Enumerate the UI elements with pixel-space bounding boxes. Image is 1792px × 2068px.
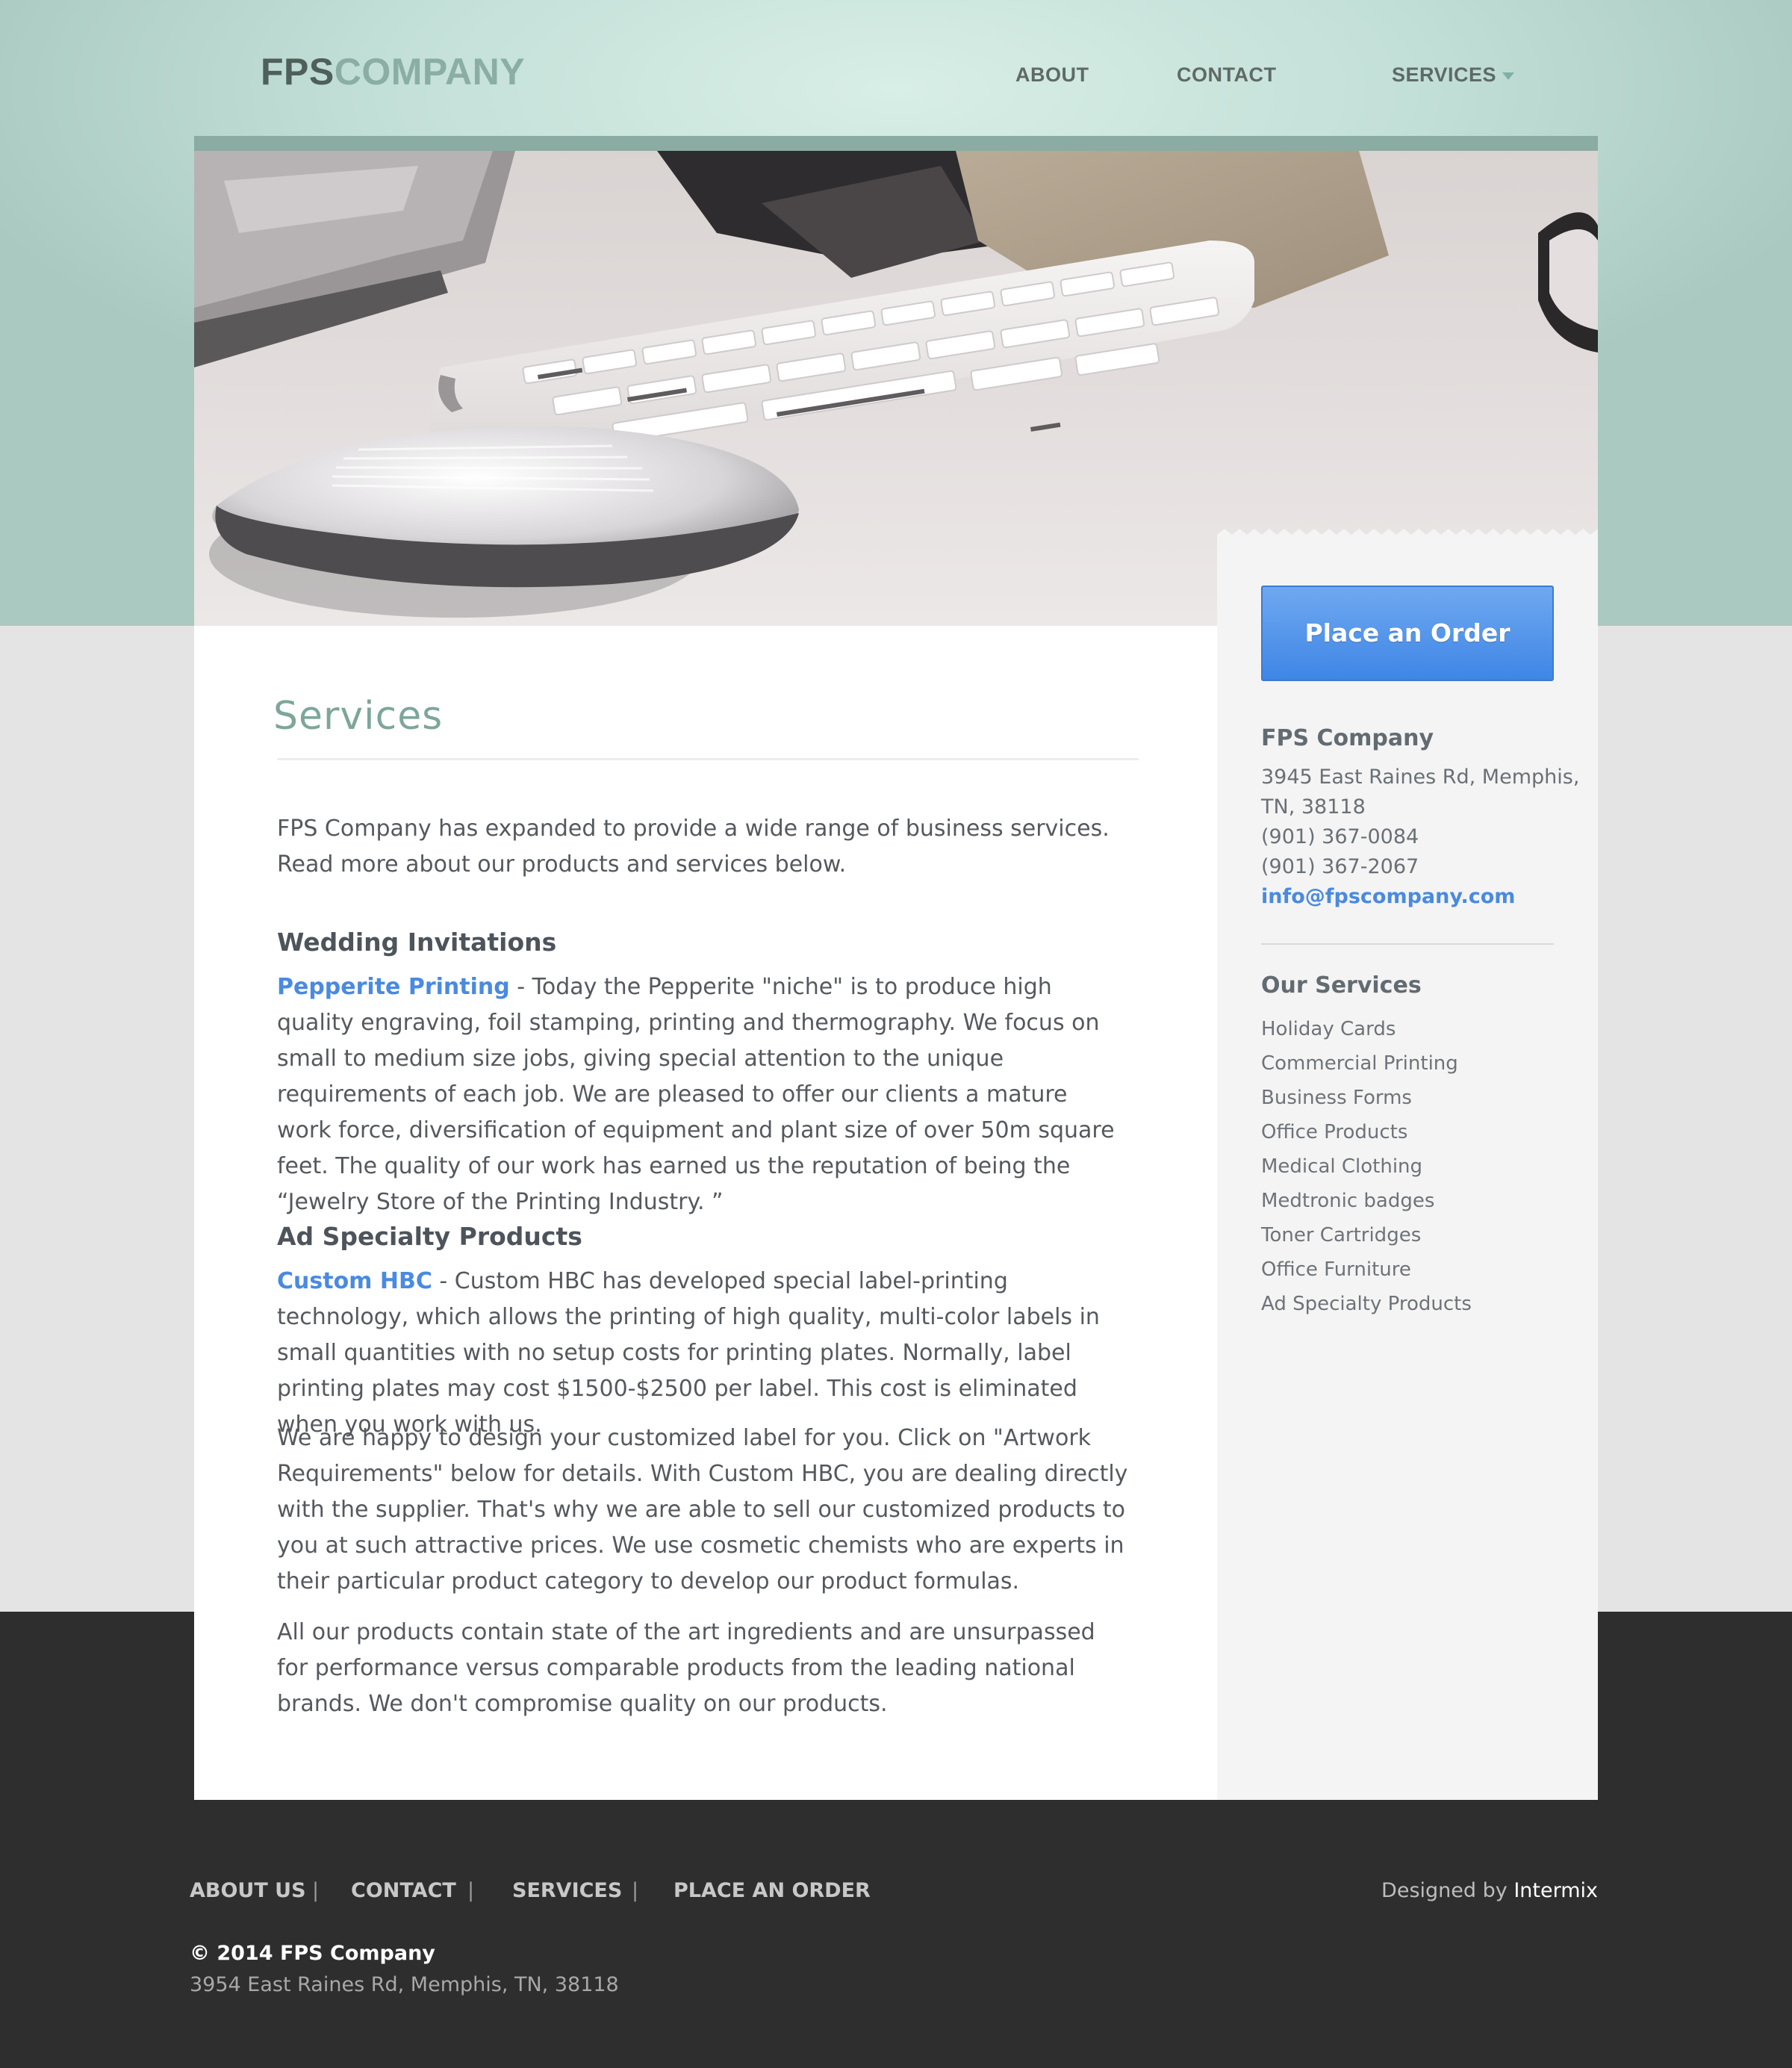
intro-paragraph: FPS Company has expanded to provide a wi… [277,816,1110,878]
sidebar-contact-info: 3945 East Raines Rd, Memphis, TN, 38118 … [1261,763,1579,912]
footer-nav-separator: | [312,1879,320,1902]
place-order-button[interactable]: Place an Order [1261,586,1554,681]
nav-about[interactable]: ABOUT [1015,60,1089,90]
nav-services[interactable]: SERVICES [1392,60,1515,90]
section-heading-wedding: Wedding Invitations [277,928,557,957]
sidebar-service-link[interactable]: Office Furniture [1261,1252,1472,1287]
footer-nav-separator: | [467,1879,475,1902]
designed-by: Designed by Intermix [1381,1876,1598,1906]
sidebar-divider [1261,943,1554,945]
nav-contact[interactable]: CONTACT [1177,60,1276,90]
wedding-paragraph: Pepperite Printing - Today the Pepperite… [277,969,1128,1220]
footer-nav-place-order[interactable]: PLACE AN ORDER [673,1876,871,1906]
sidebar-service-link[interactable]: Holiday Cards [1261,1012,1472,1046]
sidebar-company-title: FPS Company [1261,725,1434,751]
sidebar-email-link[interactable]: info@fpscompany.com [1261,882,1579,912]
sidebar-service-link[interactable]: Business Forms [1261,1081,1472,1115]
main-nav: ABOUT CONTACT SERVICES [0,60,1792,90]
wedding-text: - Today the Pepperite "niche" is to prod… [277,974,1115,1215]
hero-top-strip [194,136,1598,151]
sidebar-service-link[interactable]: Toner Cartridges [1261,1218,1472,1252]
page-title: Services [273,694,444,739]
sidebar-address-line1: 3945 East Raines Rd, Memphis, [1261,766,1580,789]
sidebar-phone-1: (901) 367-0084 [1261,825,1419,848]
sidebar-service-link[interactable]: Medtronic badges [1261,1184,1472,1218]
ad-paragraph-1: Custom HBC - Custom HBC has developed sp… [277,1264,1128,1443]
copyright: © 2014 FPS Company [190,1942,435,1965]
title-divider [277,758,1139,760]
sidebar-services-title: Our Services [1261,972,1422,999]
footer-nav-contact[interactable]: CONTACT [351,1876,456,1906]
sidebar-zigzag-edge [1217,529,1598,544]
nav-services-label: SERVICES [1392,63,1497,86]
sidebar-services-list: Holiday Cards Commercial Printing Busine… [1261,1012,1472,1321]
sidebar-service-link[interactable]: Commercial Printing [1261,1046,1472,1081]
footer-address: 3954 East Raines Rd, Memphis, TN, 38118 [190,1973,619,1996]
footer-nav-services[interactable]: SERVICES [512,1876,622,1906]
footer-nav-about-us[interactable]: ABOUT US [190,1876,306,1906]
sidebar-service-link[interactable]: Office Products [1261,1115,1472,1149]
sidebar-phone-2: (901) 367-2067 [1261,855,1419,878]
sidebar-address-line2: TN, 38118 [1261,795,1366,819]
custom-hbc-link[interactable]: Custom HBC [277,1268,432,1294]
sidebar-service-link[interactable]: Medical Clothing [1261,1149,1472,1184]
ad-paragraph-3: All our products contain state of the ar… [277,1619,1095,1717]
section-heading-ad-specialty: Ad Specialty Products [277,1222,582,1251]
pepperite-printing-link[interactable]: Pepperite Printing [277,974,510,1000]
designed-by-label: Designed by [1381,1879,1508,1902]
ad-paragraph-2: We are happy to design your customized l… [277,1425,1128,1595]
sidebar-service-link[interactable]: Ad Specialty Products [1261,1287,1472,1321]
footer-nav-separator: | [632,1879,639,1902]
chevron-down-icon [1502,72,1515,80]
designer-link[interactable]: Intermix [1513,1879,1598,1902]
